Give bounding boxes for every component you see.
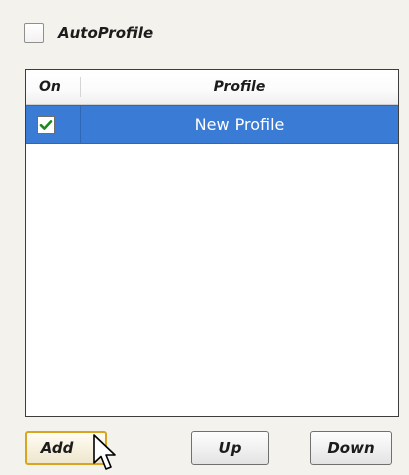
column-header-on[interactable]: On — [26, 77, 81, 97]
table-header: On Profile — [26, 70, 398, 105]
column-header-profile[interactable]: Profile — [81, 70, 398, 104]
row-profile-name[interactable]: New Profile — [81, 106, 398, 143]
down-button[interactable]: Down — [310, 431, 392, 465]
autoprofile-row[interactable]: AutoProfile — [24, 20, 153, 46]
mouse-pointer-icon — [93, 434, 116, 470]
checkmark-icon — [39, 119, 53, 130]
table-body: New Profile — [26, 105, 398, 144]
autoprofile-checkbox[interactable] — [24, 23, 44, 43]
table-row[interactable]: New Profile — [26, 105, 398, 144]
row-on-cell — [26, 106, 81, 143]
up-button[interactable]: Up — [191, 431, 269, 465]
autoprofile-label[interactable]: AutoProfile — [58, 24, 153, 42]
profiles-panel: AutoProfile On Profile New Profile Add U… — [0, 0, 409, 475]
profiles-table[interactable]: On Profile New Profile — [25, 69, 399, 417]
row-enabled-checkbox[interactable] — [37, 115, 55, 134]
